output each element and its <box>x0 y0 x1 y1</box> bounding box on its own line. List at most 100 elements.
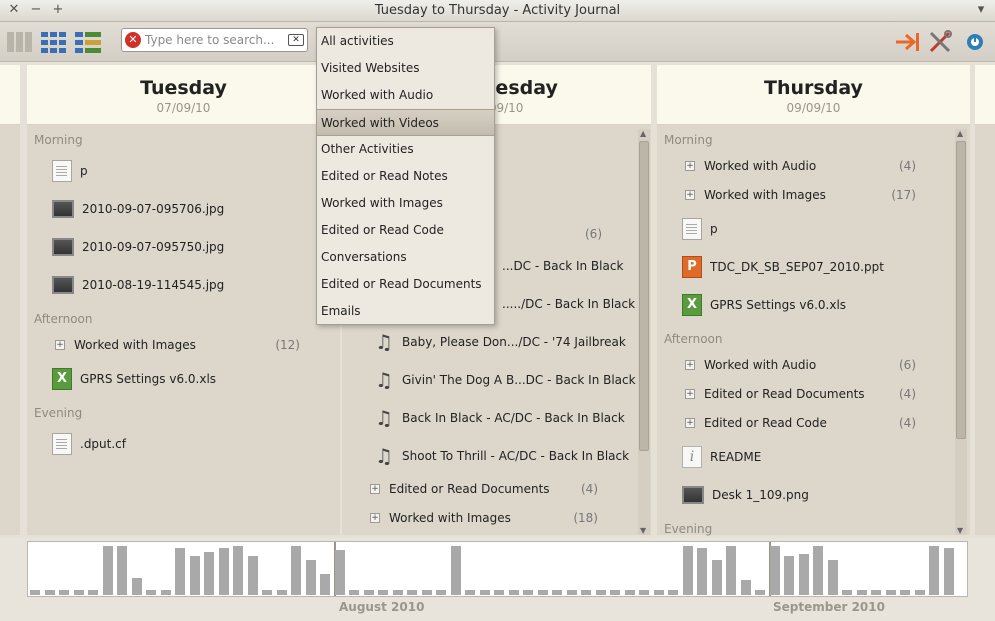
text-file-icon <box>682 218 702 240</box>
activity-group[interactable]: + Worked with Audio (4) <box>685 157 916 177</box>
clear-search-icon[interactable]: ✕ <box>125 32 141 48</box>
menu-item-emails[interactable]: Emails <box>317 298 494 325</box>
menu-item-conversations[interactable]: Conversations <box>317 244 494 271</box>
histogram-bar <box>682 546 693 595</box>
histogram-bar <box>856 590 867 595</box>
activity-group[interactable]: + Worked with Audio (6) <box>685 356 916 376</box>
histogram-bar <box>436 590 446 595</box>
scroll-up-icon[interactable]: ▲ <box>957 129 963 138</box>
list-item[interactable]: 2010-09-07-095706.jpg <box>52 196 224 222</box>
scrollbar-thumb[interactable] <box>639 141 649 451</box>
list-item[interactable]: ♫ Givin' The Dog A B...DC - Back In Black <box>374 367 636 393</box>
activity-group[interactable]: + Edited or Read Code (4) <box>685 414 916 434</box>
menu-item-notes[interactable]: Edited or Read Notes <box>317 163 494 190</box>
histogram-bar <box>508 590 519 595</box>
help-icon[interactable] <box>961 29 989 55</box>
day-header: Thursday 09/09/10 <box>657 65 970 125</box>
day-name: Tuesday <box>140 77 227 99</box>
expand-icon[interactable]: + <box>685 389 695 399</box>
activity-group[interactable]: + Worked with Images (17) <box>685 186 916 206</box>
day-header: Tuesday 07/09/10 <box>27 65 340 125</box>
histogram-bar <box>305 560 316 595</box>
list-view-icon[interactable] <box>74 29 102 55</box>
expand-icon[interactable]: + <box>370 513 380 523</box>
settings-tools-icon[interactable] <box>927 29 955 55</box>
menu-item-visited-websites[interactable]: Visited Websites <box>317 55 494 82</box>
expand-icon[interactable]: + <box>685 418 695 428</box>
histogram-bar <box>117 546 127 595</box>
list-item[interactable]: ♫ Shoot To Thrill - AC/DC - Back In Black <box>374 443 629 469</box>
scrollbar[interactable]: ▲ ▼ <box>638 129 650 535</box>
histogram-bar <box>291 546 301 595</box>
jump-to-today-icon[interactable] <box>894 29 922 55</box>
scroll-down-icon[interactable]: ▼ <box>640 526 646 535</box>
activity-group[interactable]: + Edited or Read Documents (4) <box>685 385 916 405</box>
window-menu-icon[interactable]: ▾ <box>973 2 989 18</box>
activity-group[interactable]: + Worked with Images (12) <box>55 336 300 356</box>
histogram-bar <box>610 590 620 595</box>
histogram-bar <box>378 590 388 595</box>
scrollbar-thumb[interactable] <box>956 141 966 439</box>
image-file-icon <box>52 238 74 256</box>
grid-view-icon[interactable] <box>40 29 68 55</box>
menu-item-all-activities[interactable]: All activities <box>317 28 494 55</box>
expand-icon[interactable]: + <box>685 161 695 171</box>
list-item[interactable]: X GPRS Settings v6.0.xls <box>682 292 846 318</box>
list-item[interactable]: ♫ Back In Black - AC/DC - Back In Black <box>374 405 625 431</box>
menu-item-worked-with-audio[interactable]: Worked with Audio <box>317 82 494 109</box>
scroll-up-icon[interactable]: ▲ <box>640 129 646 138</box>
menu-item-code[interactable]: Edited or Read Code <box>317 217 494 244</box>
histogram-bar <box>30 590 40 595</box>
histogram-bar <box>204 552 214 595</box>
search-input[interactable] <box>145 31 285 49</box>
list-item[interactable]: ...../DC - Back In Black <box>502 291 635 317</box>
section-evening: Evening <box>34 406 83 420</box>
text-file-icon <box>52 433 72 455</box>
histogram-bar <box>929 546 939 595</box>
timeline-board: ◀ ▶ Tuesday 07/09/10 Morning p 2010-09-0… <box>0 63 995 538</box>
menu-item-documents[interactable]: Edited or Read Documents <box>317 271 494 298</box>
menu-item-images[interactable]: Worked with Images <box>317 190 494 217</box>
activity-group[interactable]: (6) <box>522 225 602 245</box>
histogram-bar <box>566 590 577 595</box>
histogram-bar <box>552 590 562 595</box>
activity-group[interactable]: + Worked with Images (18) <box>370 509 598 529</box>
list-item[interactable]: 2010-08-19-114545.jpg <box>52 272 224 298</box>
partial-column-right <box>975 65 995 535</box>
histogram-bar <box>726 546 736 595</box>
spreadsheet-file-icon: X <box>52 368 72 390</box>
list-item[interactable]: i README <box>682 444 761 470</box>
list-item[interactable]: .dput.cf <box>52 431 126 457</box>
histogram-bar <box>581 590 591 595</box>
activity-group[interactable]: + Edited or Read Documents (4) <box>370 480 598 500</box>
window-title: Tuesday to Thursday - Activity Journal <box>374 3 621 18</box>
scrollbar[interactable]: ▲ ▼ <box>955 129 967 535</box>
list-item[interactable]: p <box>682 216 718 242</box>
menu-item-worked-with-videos[interactable]: Worked with Videos <box>317 109 494 136</box>
list-item[interactable]: P TDC_DK_SB_SEP07_2010.ppt <box>682 254 884 280</box>
list-item[interactable]: Desk 1_109.png <box>682 482 809 508</box>
histogram-bar <box>798 554 809 595</box>
list-item[interactable]: ...DC - Back In Black <box>502 253 623 279</box>
histogram-bar <box>537 590 548 595</box>
histogram-bar <box>102 546 113 595</box>
expand-icon[interactable]: + <box>685 190 695 200</box>
expand-icon[interactable]: + <box>370 484 380 494</box>
menu-item-other-activities[interactable]: Other Activities <box>317 136 494 163</box>
histogram-bar <box>523 590 533 595</box>
single-column-view-icon[interactable] <box>6 29 34 55</box>
list-item[interactable]: p <box>52 158 88 184</box>
expand-icon[interactable]: + <box>55 340 65 350</box>
backspace-icon[interactable]: ✕ <box>288 34 304 46</box>
partial-column-left <box>0 65 20 535</box>
histogram-bar <box>871 590 881 595</box>
list-item[interactable]: 2010-09-07-095750.jpg <box>52 234 224 260</box>
expand-icon[interactable]: + <box>685 360 695 370</box>
scroll-down-icon[interactable]: ▼ <box>957 526 963 535</box>
activity-histogram[interactable] <box>27 541 968 597</box>
list-item[interactable]: X GPRS Settings v6.0.xls <box>52 366 216 392</box>
histogram-bar <box>943 548 954 595</box>
list-item[interactable]: ♫ Baby, Please Don.../DC - '74 Jailbreak <box>374 329 626 355</box>
image-file-icon <box>52 200 74 218</box>
histogram-bar <box>146 590 156 595</box>
